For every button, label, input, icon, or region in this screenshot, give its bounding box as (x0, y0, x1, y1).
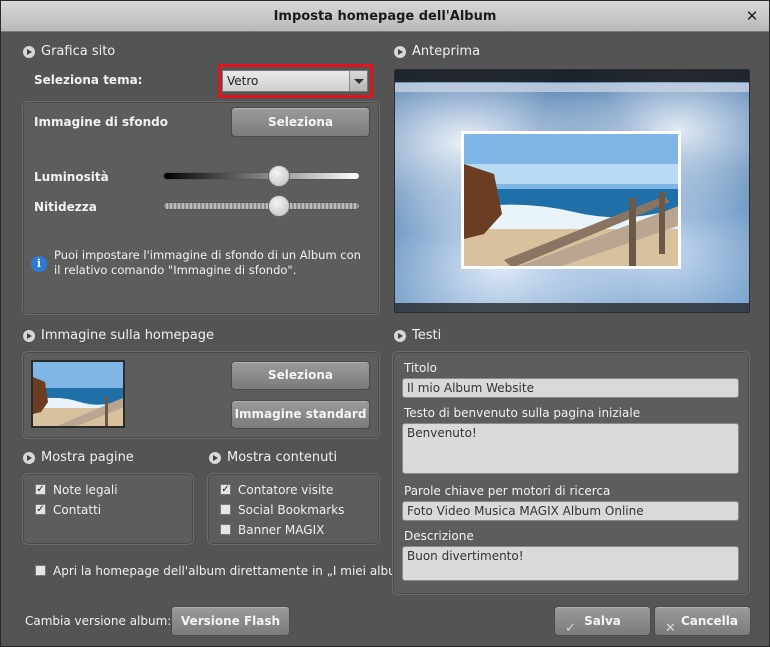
save-button[interactable]: ✓ Salva (554, 606, 651, 636)
sharpness-slider-thumb[interactable] (268, 195, 290, 217)
checkbox-open-direct[interactable]: Apri la homepage dell'album direttamente… (35, 563, 413, 579)
checkbox-box[interactable] (220, 524, 231, 535)
info-icon: i (31, 256, 47, 272)
expand-arrow-icon (23, 330, 35, 342)
brightness-label: Luminosità (34, 170, 109, 184)
brightness-slider[interactable] (163, 172, 360, 180)
section-mostra-contenuti[interactable]: Mostra contenuti (209, 449, 337, 467)
keywords-input[interactable]: Foto Video Musica MAGIX Album Online (402, 501, 739, 521)
section-grafica-sito[interactable]: Grafica sito (23, 43, 115, 61)
window-title: Imposta homepage dell'Album (273, 9, 497, 24)
brightness-slider-thumb[interactable] (268, 165, 290, 187)
checkbox-banner-magix[interactable]: Banner MAGIX (220, 522, 324, 538)
close-icon: ✕ (665, 621, 676, 636)
checkbox-social-bookmarks[interactable]: Social Bookmarks (220, 502, 344, 518)
standard-image-button[interactable]: Immagine standard (231, 400, 370, 429)
checkbox-contatore-visite[interactable]: ✓ Contatore visite (220, 482, 333, 498)
welcome-textarea[interactable]: Benvenuto! (402, 423, 739, 474)
expand-arrow-icon (23, 452, 35, 464)
section-testi[interactable]: Testi (394, 327, 441, 345)
checkbox-box[interactable]: ✓ (35, 484, 46, 495)
expand-arrow-icon (394, 330, 406, 342)
homepage-thumbnail (31, 360, 125, 428)
homepage-select-button[interactable]: Seleziona (231, 361, 370, 390)
preview-nav-bar (395, 83, 749, 92)
sharpness-label: Nitidezza (34, 200, 97, 214)
flash-version-button[interactable]: Versione Flash (171, 606, 290, 636)
checkbox-box[interactable] (35, 565, 46, 576)
title-bar: Imposta homepage dell'Album ✕ (1, 1, 769, 32)
bg-image-label: Immagine di sfondo (34, 115, 168, 129)
checkbox-contatti[interactable]: ✓ Contatti (35, 502, 101, 518)
expand-arrow-icon (23, 46, 35, 58)
checkbox-note-legali[interactable]: ✓ Note legali (35, 482, 118, 498)
titolo-label: Titolo (404, 361, 438, 375)
theme-select-highlight (218, 64, 373, 98)
theme-label: Seleziona tema: (34, 73, 143, 87)
sharpness-slider[interactable] (163, 202, 360, 210)
bg-select-button[interactable]: Seleziona (231, 107, 370, 137)
section-anteprima[interactable]: Anteprima (394, 43, 480, 61)
keywords-label: Parole chiave per motori di ricerca (404, 484, 611, 498)
preview-photo (461, 131, 681, 269)
version-label: Cambia versione album: (25, 614, 172, 628)
section-mostra-pagine[interactable]: Mostra pagine (23, 449, 134, 467)
cancel-button[interactable]: ✕ Cancella (654, 606, 751, 636)
dialog-window: Imposta homepage dell'Album ✕ Grafica si… (0, 0, 770, 647)
check-icon: ✓ (565, 621, 576, 636)
section-immagine-homepage[interactable]: Immagine sulla homepage (23, 327, 214, 345)
expand-arrow-icon (394, 46, 406, 58)
checkbox-box[interactable]: ✓ (35, 504, 46, 515)
titolo-input[interactable]: Il mio Album Website (402, 378, 739, 398)
checkbox-box[interactable] (220, 504, 231, 515)
welcome-label: Testo di benvenuto sulla pagina iniziale (404, 406, 641, 420)
desc-textarea[interactable]: Buon divertimento! (402, 546, 739, 581)
expand-arrow-icon (209, 452, 221, 464)
close-icon[interactable]: ✕ (743, 1, 761, 32)
desc-label: Descrizione (404, 529, 474, 543)
info-text: Puoi impostare l'immagine di sfondo di u… (54, 248, 361, 277)
preview-top-bar (395, 70, 749, 82)
checkbox-box[interactable]: ✓ (220, 484, 231, 495)
preview-image (394, 69, 750, 313)
preview-bottom-bar (395, 303, 749, 312)
